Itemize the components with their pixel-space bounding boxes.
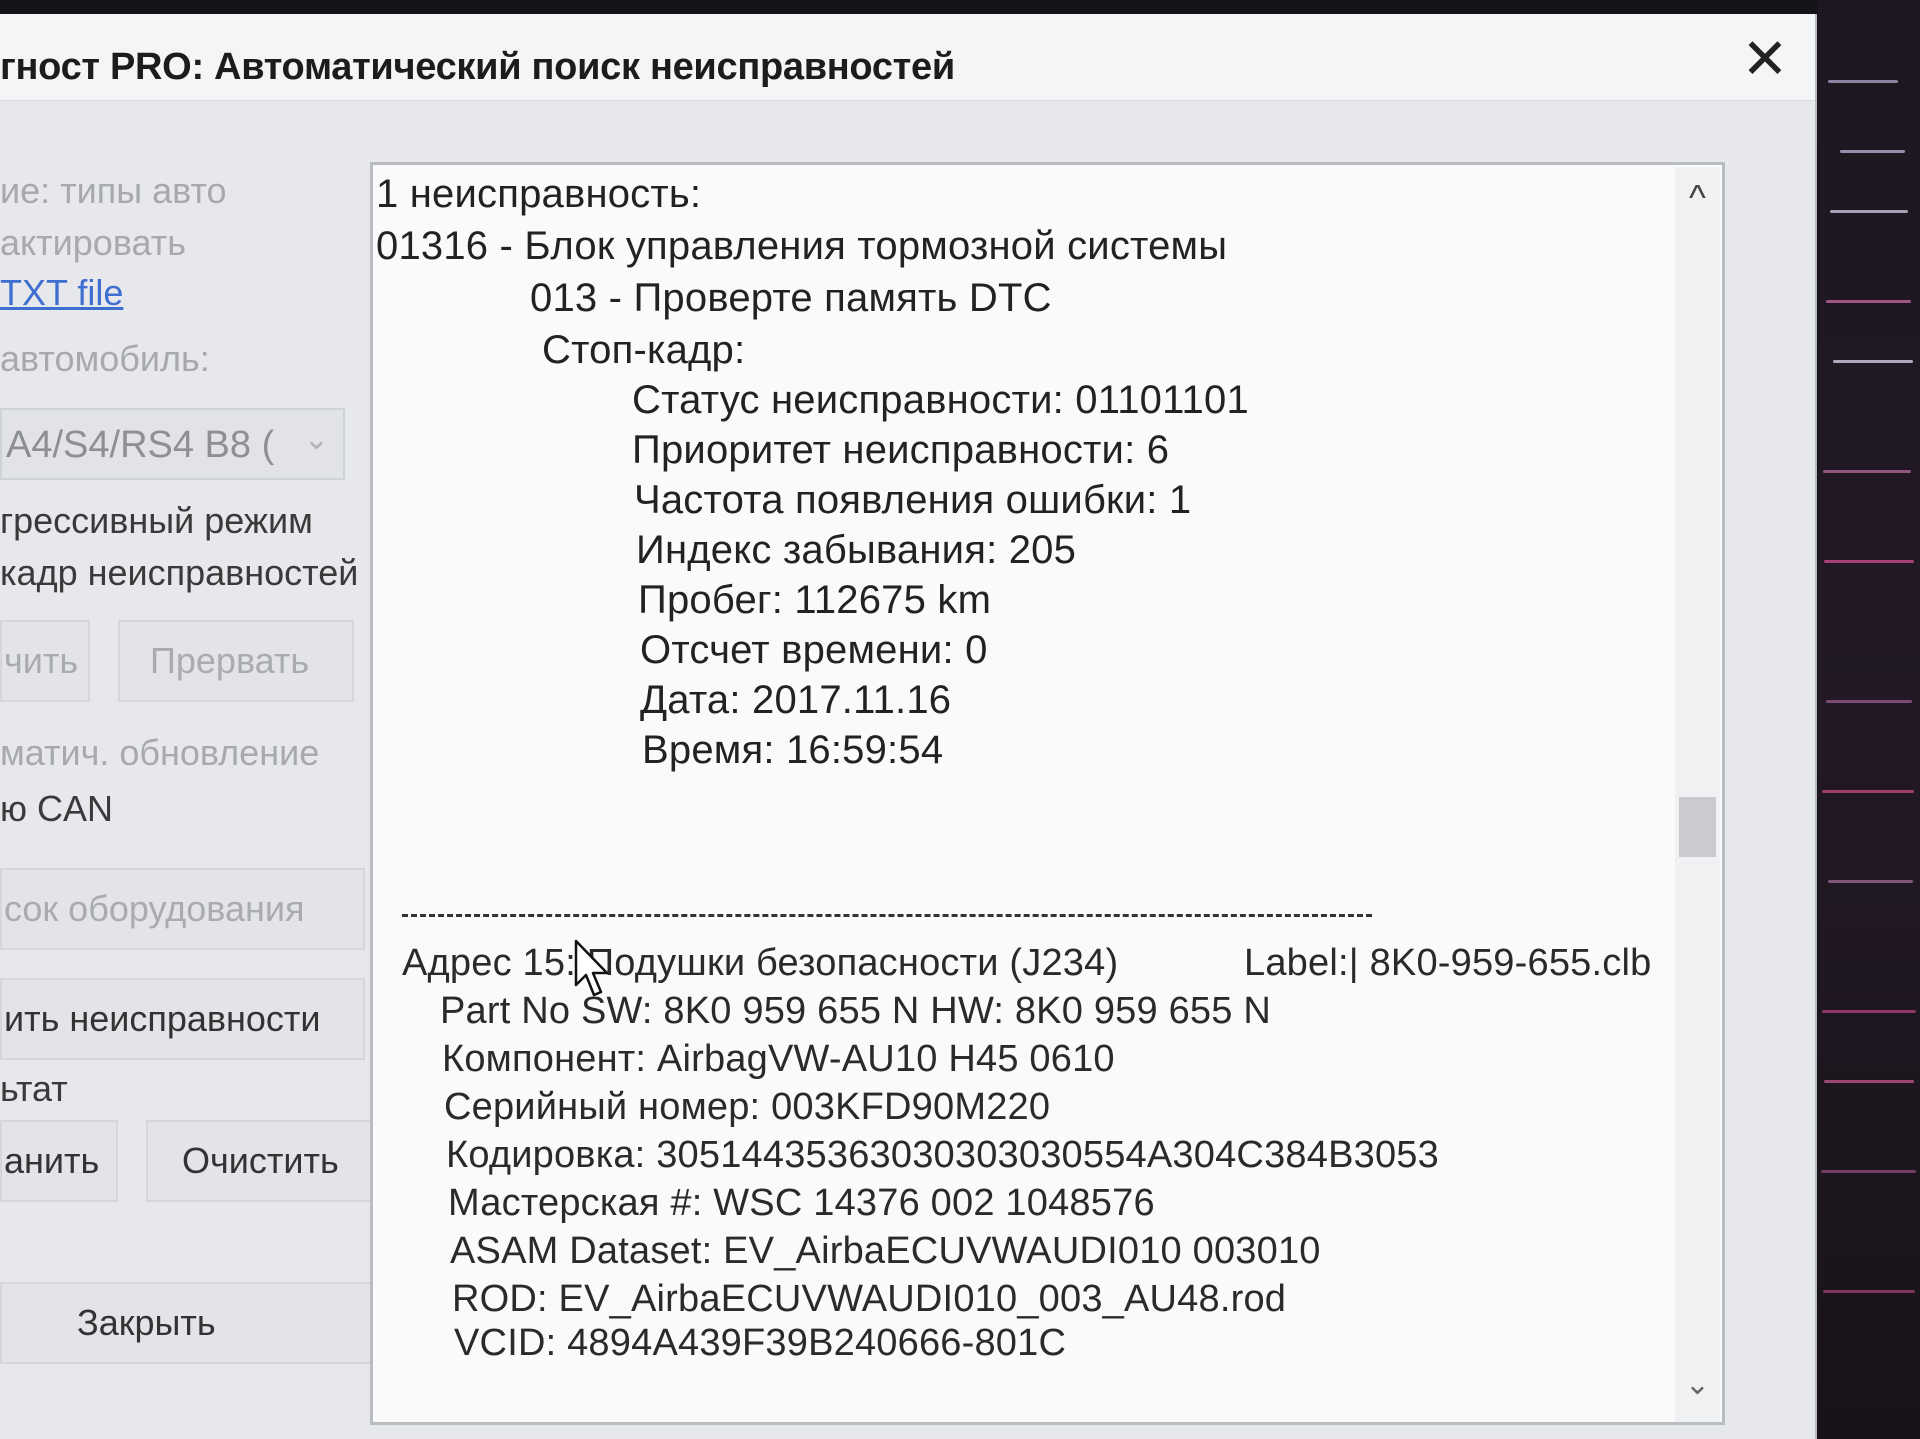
- fault-code: 01316 - Блок управления тормозной систем…: [376, 224, 1228, 268]
- left-control-panel: ие: типы авто актировать TXT file автомо…: [0, 100, 382, 1439]
- title-bar: гност PRO: Автоматический поиск неисправ…: [0, 14, 1815, 101]
- report-scrollbar[interactable]: ^ ⌄: [1675, 167, 1720, 1422]
- chevron-down-icon: ⌄: [303, 423, 329, 456]
- abort-button-label: Прервать: [150, 640, 310, 681]
- equipment-list-button[interactable]: сок оборудования: [0, 868, 365, 950]
- desktop-streak: [1823, 1290, 1915, 1293]
- desktop-streak: [1840, 150, 1905, 153]
- close-button[interactable]: Закрыть: [0, 1282, 382, 1364]
- module-info-row: Part No SW: 8K0 959 655 N HW: 8K0 959 65…: [440, 990, 1271, 1032]
- vehicle-select[interactable]: A4/S4/RS4 B8 ( ⌄: [0, 408, 345, 480]
- address-line: Адрес 15: Подушки безопасности (J234): [402, 942, 1119, 984]
- desktop-streak: [1828, 880, 1913, 883]
- start-button[interactable]: чить: [0, 620, 90, 702]
- freeze-frame-header: Стоп-кадр:: [542, 328, 746, 372]
- vehicle-label: автомобиль:: [0, 338, 210, 379]
- scrollbar-thumb[interactable]: [1679, 797, 1716, 857]
- mouse-cursor-icon: [574, 939, 609, 997]
- clear-faults-button-label: ить неисправности: [4, 998, 321, 1039]
- freeze-frame-row: Частота появления ошибки: 1: [634, 478, 1192, 522]
- scroll-down-icon[interactable]: ⌄: [1675, 1367, 1720, 1402]
- label-line: Label:| 8K0-959-655.clb: [1244, 942, 1652, 984]
- edit-link[interactable]: актировать: [0, 222, 186, 264]
- desktop-streak: [1830, 210, 1908, 213]
- desktop-streak: [1833, 360, 1913, 363]
- auto-update-checkbox[interactable]: матич. обновление: [0, 732, 319, 774]
- aggressive-mode-checkbox[interactable]: грессивный режим: [0, 500, 313, 542]
- freeze-frame-row: Индекс забывания: 205: [636, 528, 1077, 572]
- vehicle-types-label: ие: типы авто: [0, 170, 227, 211]
- clear-button-label: Очистить: [182, 1140, 339, 1181]
- start-button-label: чить: [4, 640, 79, 681]
- desktop-background: [1818, 0, 1920, 1439]
- desktop-streak: [1824, 1080, 1914, 1083]
- equipment-list-button-label: сок оборудования: [4, 888, 305, 929]
- close-button-label: Закрыть: [77, 1302, 216, 1343]
- desktop-streak: [1826, 300, 1911, 303]
- module-info-row: VCID: 4894A439F39B240666-801C: [454, 1322, 1067, 1364]
- module-info-row: Кодировка: 30514435363030303030554A304C3…: [446, 1134, 1439, 1176]
- clear-button[interactable]: Очистить: [146, 1120, 372, 1202]
- module-info-row: Серийный номер: 003KFD90M220: [444, 1086, 1051, 1128]
- can-label: ю CAN: [0, 788, 114, 829]
- freeze-frame-row: Отсчет времени: 0: [640, 628, 988, 672]
- vehicle-select-value: A4/S4/RS4 B8 (: [6, 424, 275, 466]
- fault-subcode: 013 - Проверте память DTC: [530, 276, 1052, 320]
- save-button-label: анить: [4, 1140, 100, 1181]
- freeze-frame-row: Дата: 2017.11.16: [640, 678, 952, 722]
- close-icon[interactable]: ✕: [1730, 31, 1800, 87]
- window-title: гност PRO: Автоматический поиск неисправ…: [0, 46, 955, 88]
- module-info-row: Мастерская #: WSC 14376 002 1048576: [448, 1182, 1155, 1224]
- module-info-row: ASAM Dataset: EV_AirbaECUVWAUDI010 00301…: [450, 1230, 1321, 1272]
- freeze-frame-row: Приоритет неисправности: 6: [632, 428, 1170, 472]
- freeze-frame-row: Время: 16:59:54: [642, 728, 944, 772]
- fault-count: 1 неисправность:: [376, 172, 702, 216]
- desktop-streak: [1823, 470, 1911, 473]
- abort-button[interactable]: Прервать: [118, 620, 354, 702]
- desktop-streak: [1822, 1010, 1916, 1013]
- desktop-streak: [1828, 80, 1898, 83]
- report-separator: [402, 914, 1372, 917]
- module-info-row: Компонент: AirbagVW-AU10 H45 0610: [442, 1038, 1115, 1080]
- desktop-streak: [1822, 790, 1914, 793]
- save-button[interactable]: анить: [0, 1120, 118, 1202]
- scroll-up-icon[interactable]: ^: [1675, 177, 1720, 219]
- desktop-streak: [1821, 1170, 1916, 1173]
- clear-faults-button[interactable]: ить неисправности: [0, 978, 365, 1060]
- module-info-row: ROD: EV_AirbaECUVWAUDI010_003_AU48.rod: [452, 1278, 1287, 1320]
- result-label: ьтат: [0, 1068, 68, 1109]
- txt-file-link[interactable]: TXT file: [0, 272, 123, 314]
- freeze-frame-row: Статус неисправности: 01101101: [632, 378, 1249, 422]
- desktop-streak: [1824, 560, 1914, 563]
- freeze-frame-row: Пробег: 112675 km: [638, 578, 992, 622]
- autoscan-window: гност PRO: Автоматический поиск неисправ…: [0, 14, 1817, 1439]
- freeze-frame-checkbox[interactable]: кадр неисправностей: [0, 552, 358, 594]
- desktop-streak: [1826, 700, 1912, 703]
